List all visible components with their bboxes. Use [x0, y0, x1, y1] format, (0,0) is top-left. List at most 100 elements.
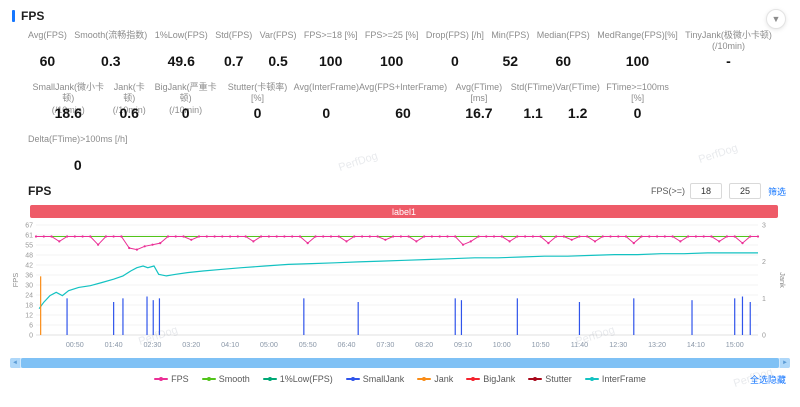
stats-row-2: SmallJank(微小卡顿) (/10min) 18.6 Jank(卡顿) (/10m…	[28, 82, 675, 121]
legend-label: Stutter	[545, 374, 572, 384]
scroll-left-arrow-icon[interactable]: ◄	[10, 358, 20, 368]
svg-text:24: 24	[25, 293, 33, 300]
stat-label: Stutter(卡顿率) [%]	[227, 82, 288, 104]
stats-row-1: Avg(FPS) 60 Smooth(流畅指数) 0.3 1%Low(FPS) 49.6 S…	[28, 30, 772, 69]
svg-text:0: 0	[762, 333, 766, 340]
stat-value: 0.6	[119, 105, 139, 121]
stat-value: 0.3	[101, 53, 121, 69]
svg-text:10:50: 10:50	[532, 340, 550, 349]
stat-cell: BigJank(严重卡顿) (/10min) 0	[150, 82, 221, 121]
stat-value: 0	[253, 105, 262, 121]
stat-label: Avg(FTime) [ms]	[455, 82, 503, 104]
legend-item-stutter[interactable]: Stutter	[528, 374, 572, 384]
stat-value: 0	[73, 157, 82, 173]
svg-text:05:50: 05:50	[299, 340, 317, 349]
scroll-right-arrow-icon[interactable]: ►	[780, 358, 790, 368]
title-accent-bar	[12, 10, 15, 22]
svg-text:09:10: 09:10	[454, 340, 472, 349]
y-axis-title-right: Jank	[778, 272, 787, 288]
stat-label: FTime>=100ms [%]	[606, 82, 669, 104]
stat-cell: Smooth(流畅指数) 0.3	[74, 30, 147, 69]
chart-label-banner[interactable]: label1	[30, 205, 778, 218]
legend-item-smooth[interactable]: Smooth	[201, 374, 250, 384]
stat-cell: Var(FTime) 1.2	[555, 82, 600, 121]
filter-apply-link[interactable]: 筛选	[768, 185, 786, 198]
stats-row-3: Delta(FTime)>100ms [/h] 0	[28, 134, 168, 173]
stat-cell: Avg(FTime) [ms] 16.7	[447, 82, 511, 121]
stat-value: 0	[450, 53, 459, 69]
svg-text:67: 67	[25, 223, 33, 230]
stat-cell: Drop(FPS) [/h] 0	[426, 30, 484, 69]
svg-text:04:10: 04:10	[221, 340, 239, 349]
stats-summary: Avg(FPS) 60 Smooth(流畅指数) 0.3 1%Low(FPS) 49.6 S…	[0, 28, 800, 173]
legend-swatch-icon	[154, 377, 169, 381]
stat-cell: FTime>=100ms [%] 0	[600, 82, 675, 121]
stat-value: 52	[502, 53, 519, 69]
stat-cell: Var(FPS) 0.5	[260, 30, 297, 69]
x-axis-labels: 00:50 01:40 02:30 03:20 04:10 05:00 05:50 06:40…	[66, 340, 744, 349]
chevron-down-icon: ▼	[771, 13, 781, 24]
legend-item-jank[interactable]: Jank	[417, 374, 453, 384]
legend-swatch-icon	[528, 377, 543, 381]
stat-value: 100	[319, 53, 343, 69]
stat-cell: FPS>=18 [%] 100	[304, 30, 358, 69]
svg-text:13:20: 13:20	[648, 340, 666, 349]
stat-cell: MedRange(FPS)[%] 100	[597, 30, 678, 69]
stat-value: 0	[181, 105, 190, 121]
stat-value: 0	[322, 105, 331, 121]
svg-text:06:40: 06:40	[338, 340, 356, 349]
svg-text:15:00: 15:00	[726, 340, 744, 349]
stat-cell: Stutter(卡顿率) [%] 0	[221, 82, 293, 121]
stat-label: Std(FPS)	[215, 30, 253, 40]
svg-text:42: 42	[25, 263, 33, 270]
legend-item-bigjank[interactable]: BigJank	[466, 374, 515, 384]
svg-text:0: 0	[29, 333, 33, 340]
stat-cell: 1%Low(FPS) 49.6	[155, 30, 208, 69]
stat-cell: TinyJank(极微小卡顿) (/10min) -	[685, 30, 772, 69]
collapse-button[interactable]: ▼	[766, 9, 786, 29]
stat-label: Var(FTime)	[555, 82, 600, 92]
chart-header: FPS FPS(>=) 筛选	[0, 179, 800, 203]
legend-item-1-low-fps-[interactable]: 1%Low(FPS)	[262, 374, 333, 384]
stat-cell: Avg(InterFrame) 0	[294, 82, 359, 121]
stat-label: MedRange(FPS)[%]	[597, 30, 678, 40]
scrollbar-handle[interactable]	[21, 358, 779, 368]
svg-text:12:30: 12:30	[609, 340, 627, 349]
chart-legend: FPS Smooth 1%Low(FPS) SmallJank Jank BigJank S…	[0, 371, 800, 387]
legend-item-interframe[interactable]: InterFrame	[584, 374, 646, 384]
svg-text:18: 18	[25, 303, 33, 310]
legend-swatch-icon	[417, 377, 432, 381]
series-smalljank	[66, 296, 751, 335]
stat-value: 1.2	[567, 105, 588, 121]
stat-cell: Avg(FPS) 60	[28, 30, 67, 69]
y-axis-title-left: FPS	[11, 273, 20, 288]
svg-text:14:10: 14:10	[687, 340, 705, 349]
fps-threshold-min-input[interactable]	[689, 183, 722, 199]
stat-value: 100	[625, 53, 650, 69]
svg-text:3: 3	[762, 223, 766, 230]
fps-threshold-max-input[interactable]	[728, 183, 761, 199]
toggle-all-link[interactable]: 全选隐藏	[750, 373, 786, 386]
svg-text:08:20: 08:20	[415, 340, 433, 349]
chart-scrollbar[interactable]: ◄ ►	[10, 358, 790, 368]
stat-value: 1.1	[523, 105, 543, 121]
legend-label: InterFrame	[601, 374, 646, 384]
svg-text:55: 55	[25, 243, 33, 250]
stat-cell: Std(FPS) 0.7	[215, 30, 252, 69]
svg-text:05:00: 05:00	[260, 340, 278, 349]
svg-text:01:40: 01:40	[105, 340, 123, 349]
chart-area: 67 61 55 48 42 36 30 24 18 12 6 0 3 2 1 0 FPS Jank 00:50 01…	[10, 219, 800, 356]
stat-value: 60	[395, 105, 411, 121]
svg-text:6: 6	[29, 323, 33, 330]
stat-label: FPS>=18 [%]	[303, 30, 358, 40]
stat-cell: Jank(卡顿) (/10min) 0.6	[109, 82, 150, 121]
legend-item-fps[interactable]: FPS	[154, 374, 189, 384]
stat-value: 16.7	[465, 105, 493, 121]
svg-text:03:20: 03:20	[182, 340, 200, 349]
fps-chart[interactable]: 67 61 55 48 42 36 30 24 18 12 6 0 3 2 1 0 FPS Jank 00:50 01…	[10, 219, 790, 351]
page-title: FPS	[21, 9, 45, 23]
stat-label: TinyJank(极微小卡顿) (/10min)	[685, 30, 772, 52]
legend-item-smalljank[interactable]: SmallJank	[345, 374, 404, 384]
svg-text:11:40: 11:40	[571, 340, 588, 349]
fps-threshold-label: FPS(>=)	[650, 186, 685, 196]
